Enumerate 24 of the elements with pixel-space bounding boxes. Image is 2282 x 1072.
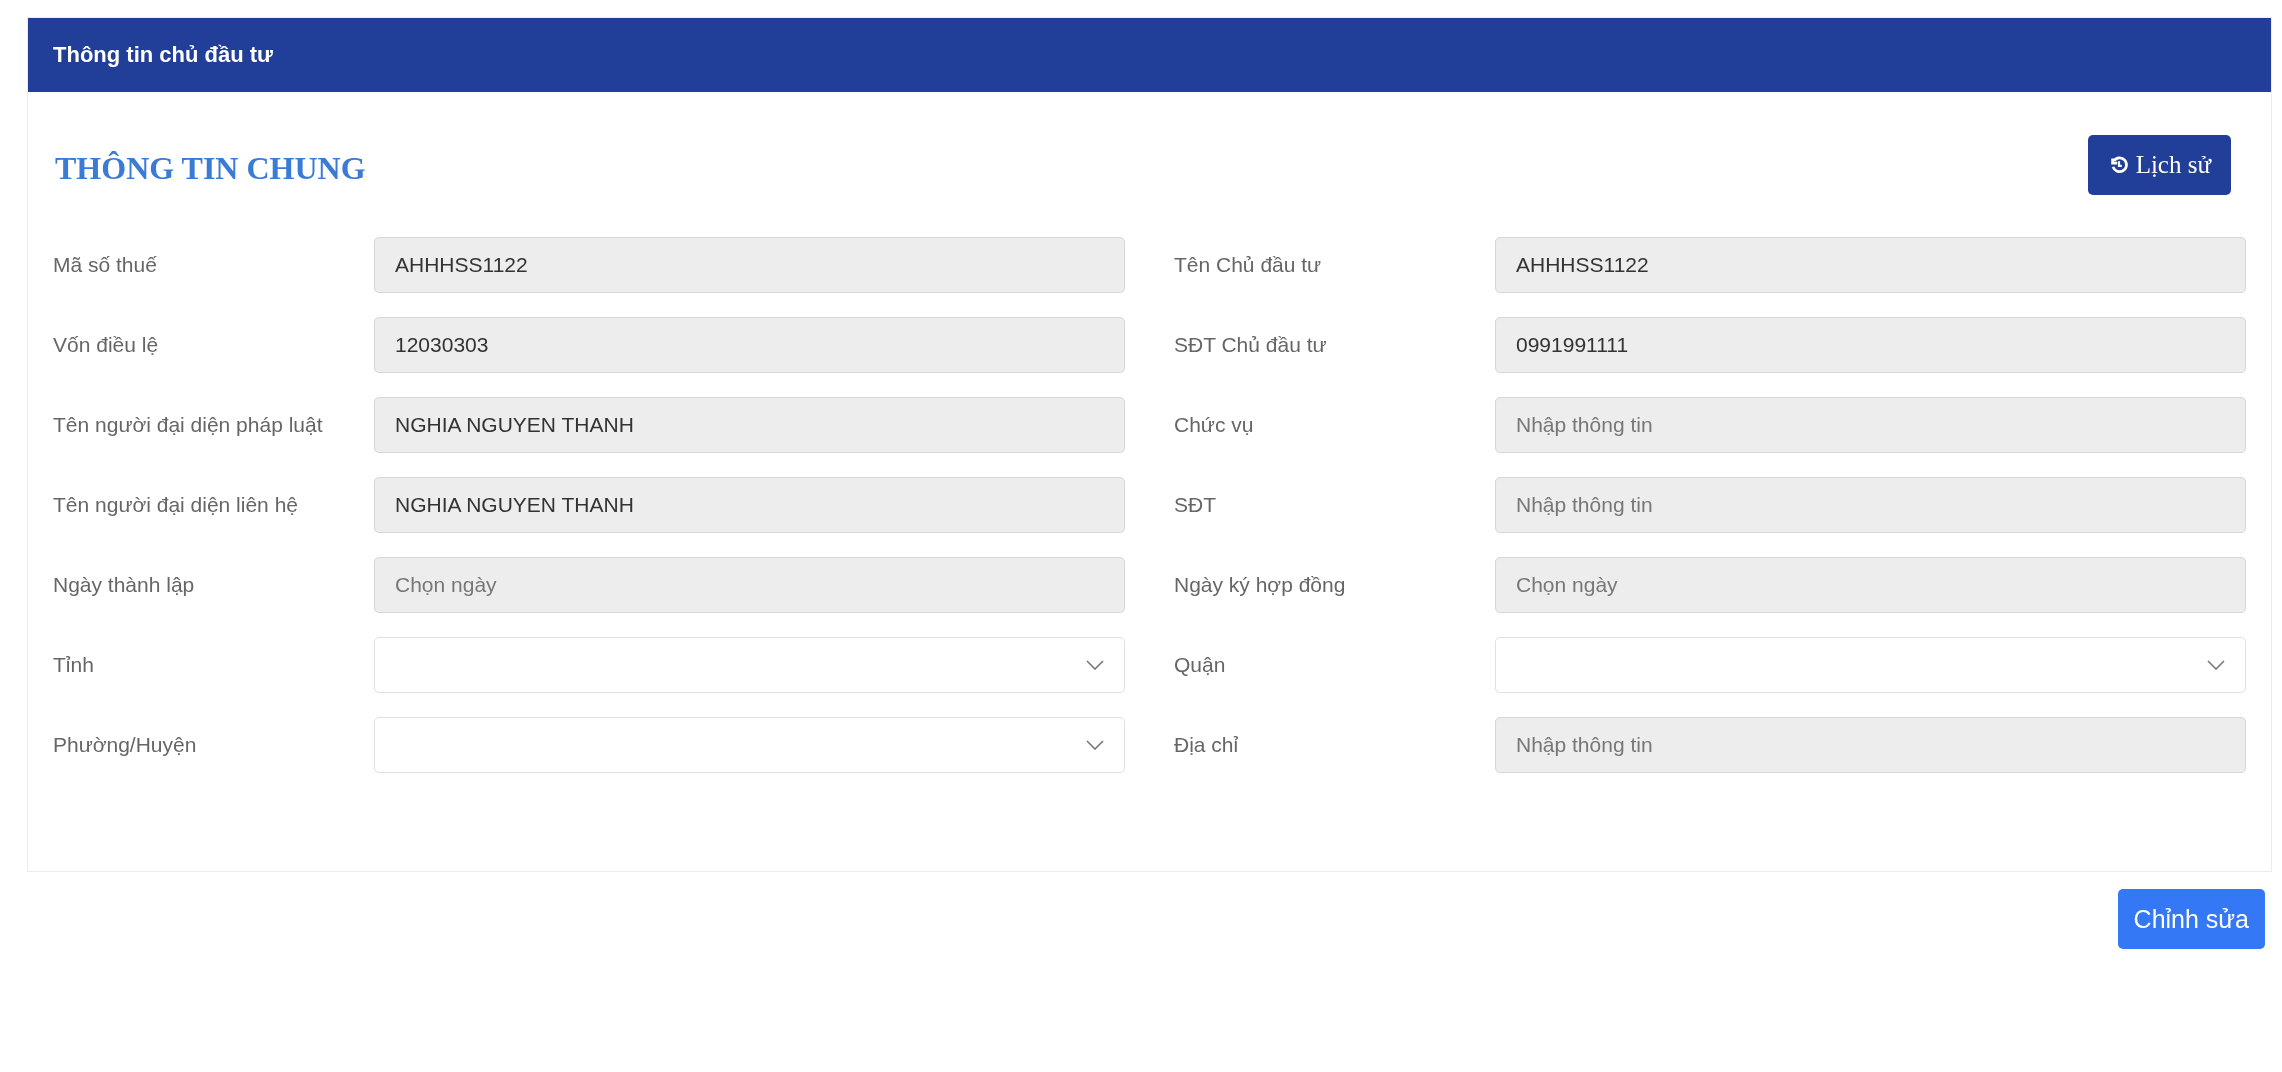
field-label: Tỉnh <box>53 652 95 678</box>
field-label: SĐT Chủ đầu tư <box>1174 332 1328 358</box>
field-label: Địa chỉ <box>1174 732 1240 758</box>
history-button[interactable]: Lịch sử <box>2087 135 2231 195</box>
field-label: SĐT <box>1174 492 1217 518</box>
field-label: Mã số thuế <box>53 252 158 278</box>
field-label: Ngày ký hợp đồng <box>1174 572 1347 598</box>
field-label: Tên Chủ đầu tư <box>1174 252 1323 278</box>
field-label: Phường/Huyện <box>53 732 198 758</box>
field-label: Quận <box>1174 652 1227 678</box>
select-field[interactable] <box>1495 637 2246 693</box>
chevron-down-icon <box>2207 660 2225 670</box>
panel-header: Thông tin chủ đầu tư <box>28 18 2271 92</box>
chevron-down-icon <box>1086 740 1104 750</box>
field-label: Tên người đại diện liên hệ <box>53 492 299 518</box>
field-label: Vốn điều lệ <box>53 332 160 358</box>
select-field[interactable] <box>374 717 1125 773</box>
section-title: THÔNG TIN CHUNG <box>54 148 366 187</box>
field-label: Ngày thành lập <box>53 572 196 598</box>
chevron-down-icon <box>1086 660 1104 670</box>
field-label: Chức vụ <box>1174 412 1255 438</box>
field-label: Tên người đại diện pháp luật <box>53 412 324 438</box>
select-field[interactable] <box>374 637 1125 693</box>
edit-button[interactable]: Chỉnh sửa <box>2117 889 2265 949</box>
